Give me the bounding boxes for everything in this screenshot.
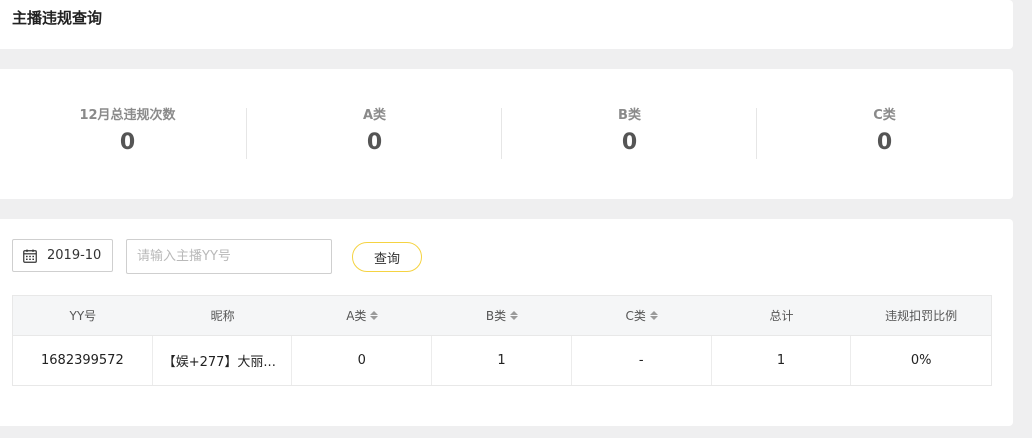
stat-label: 12月总违规次数 (79, 108, 176, 123)
table-row: 1682399572 【娱+277】大丽... 0 1 - 1 0% (13, 335, 991, 385)
stat-value: 0 (119, 130, 136, 155)
yy-search-input[interactable] (126, 239, 332, 274)
column-header-label: A类 (346, 309, 367, 323)
column-header-label: 总计 (769, 309, 794, 323)
stat-type-c: C类 0 (757, 107, 1012, 156)
stat-type-b: B类 0 (502, 107, 757, 156)
column-header-label: C类 (625, 309, 646, 323)
query-button[interactable]: 查询 (352, 242, 422, 272)
column-header-total: 总计 (712, 296, 852, 335)
column-header-b[interactable]: B类 (432, 296, 572, 335)
sort-icon[interactable] (510, 311, 519, 320)
header-panel: 主播违规查询 (0, 0, 1013, 49)
column-header-label: 违规扣罚比例 (885, 309, 958, 323)
stats-panel: 12月总违规次数 0 A类 0 B类 0 C类 0 (0, 69, 1013, 199)
month-picker[interactable]: 2019-10 (12, 239, 113, 272)
cell-total: 1 (712, 336, 852, 385)
column-header-a[interactable]: A类 (292, 296, 432, 335)
stat-label: B类 (618, 108, 641, 123)
query-panel: 2019-10 查询 YY号 昵称 A类 B类 C类 总计 (0, 219, 1013, 426)
column-header-label: 昵称 (210, 309, 235, 323)
violations-table: YY号 昵称 A类 B类 C类 总计 违规扣罚比例 1682399572 【娱+… (12, 295, 992, 386)
stat-value: 0 (621, 130, 638, 155)
column-header-nickname: 昵称 (153, 296, 293, 335)
cell-c: - (572, 336, 712, 385)
cell-b: 1 (432, 336, 572, 385)
stat-label: C类 (873, 108, 896, 123)
sort-icon[interactable] (370, 311, 379, 320)
stat-value: 0 (366, 130, 383, 155)
stat-value: 0 (876, 130, 893, 155)
column-header-label: YY号 (69, 309, 97, 323)
page-title: 主播违规查询 (12, 9, 103, 27)
cell-a: 0 (292, 336, 433, 385)
table-header-row: YY号 昵称 A类 B类 C类 总计 违规扣罚比例 (13, 296, 991, 335)
column-header-penalty-ratio: 违规扣罚比例 (851, 296, 991, 335)
month-picker-value: 2019-10 (47, 248, 102, 263)
stat-type-a: A类 0 (247, 107, 502, 156)
calendar-icon (23, 249, 37, 263)
sort-icon[interactable] (649, 311, 658, 320)
cell-penalty-ratio: 0% (910, 353, 932, 368)
cell-nickname: 【娱+277】大丽... (153, 336, 293, 385)
column-header-label: B类 (485, 309, 507, 323)
stat-total-violations: 12月总违规次数 0 (0, 107, 255, 156)
column-header-yy: YY号 (13, 296, 153, 335)
stat-label: A类 (362, 108, 387, 123)
column-header-c[interactable]: C类 (572, 296, 712, 335)
cell-yy: 1682399572 (13, 336, 153, 385)
